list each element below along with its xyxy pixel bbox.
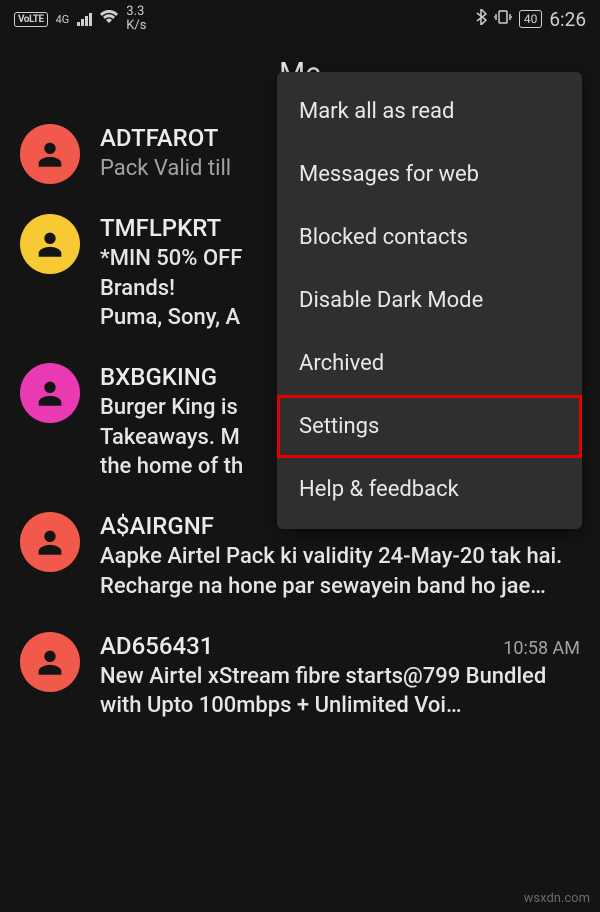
bluetooth-icon — [475, 9, 487, 29]
sender-name: AD656431 — [100, 632, 213, 660]
conversation-body: AD656431 10:58 AM New Airtel xStream fib… — [100, 632, 580, 721]
person-icon — [33, 137, 67, 171]
status-bar: VoLTE 4G 3.3K/s 40 6:26 — [0, 0, 600, 38]
message-time: 10:58 AM — [503, 638, 580, 659]
avatar — [20, 512, 80, 572]
person-icon — [33, 645, 67, 679]
person-icon — [33, 227, 67, 261]
vibrate-icon — [494, 9, 512, 29]
menu-archived[interactable]: Archived — [277, 332, 582, 395]
avatar — [20, 214, 80, 274]
clock: 6:26 — [549, 8, 586, 31]
signal-icon — [77, 12, 92, 26]
status-left: VoLTE 4G 3.3K/s — [14, 5, 147, 34]
menu-help-feedback[interactable]: Help & feedback — [277, 458, 582, 521]
wifi-icon — [100, 10, 118, 28]
avatar — [20, 632, 80, 692]
menu-blocked-contacts[interactable]: Blocked contacts — [277, 206, 582, 269]
message-snippet: New Airtel xStream fibre starts@799 Bund… — [100, 662, 580, 721]
menu-messages-for-web[interactable]: Messages for web — [277, 143, 582, 206]
avatar — [20, 124, 80, 184]
person-icon — [33, 525, 67, 559]
menu-disable-dark-mode[interactable]: Disable Dark Mode — [277, 269, 582, 332]
conversation-item[interactable]: AD656431 10:58 AM New Airtel xStream fib… — [20, 616, 580, 735]
watermark: wsxdn.com — [524, 891, 590, 906]
volte-badge: VoLTE — [14, 12, 48, 27]
avatar — [20, 363, 80, 423]
overflow-menu: Mark all as read Messages for web Blocke… — [277, 72, 582, 529]
menu-settings[interactable]: Settings — [277, 395, 582, 458]
network-speed: 3.3K/s — [126, 5, 146, 34]
status-right: 40 6:26 — [475, 8, 586, 31]
person-icon — [33, 376, 67, 410]
network-label: 4G — [56, 14, 70, 25]
message-snippet: Aapke Airtel Pack ki validity 24-May-20 … — [100, 542, 580, 601]
menu-mark-all-read[interactable]: Mark all as read — [277, 80, 582, 143]
battery-indicator: 40 — [519, 10, 543, 28]
